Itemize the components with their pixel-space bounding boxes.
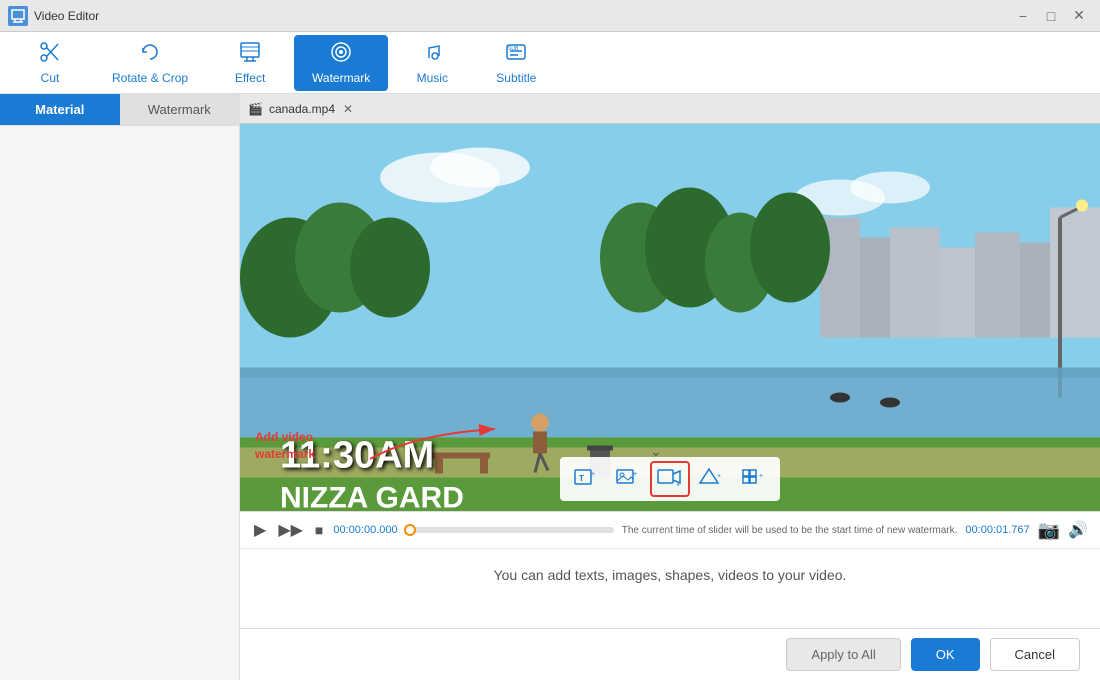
video-controls: ▶ ▶▶ ■ 00:00:00.000 The current time of … bbox=[240, 511, 1100, 548]
screenshot-button[interactable]: 📷 bbox=[1038, 520, 1060, 541]
watermark-toolbar: ⌄ T+ + + + + bbox=[560, 457, 780, 501]
window-controls: − □ ✕ bbox=[1010, 6, 1092, 26]
rotate-icon bbox=[139, 41, 161, 69]
cancel-button[interactable]: Cancel bbox=[990, 638, 1080, 671]
add-video-button[interactable]: + bbox=[650, 461, 690, 497]
tab-music-label: Music bbox=[417, 71, 448, 85]
app-title: Video Editor bbox=[34, 9, 1010, 23]
minimize-button[interactable]: − bbox=[1010, 6, 1036, 26]
cut-icon bbox=[39, 41, 61, 69]
svg-text:+: + bbox=[633, 471, 637, 478]
tab-subtitle[interactable]: SUB Subtitle bbox=[476, 35, 556, 91]
stop-button[interactable]: ■ bbox=[313, 520, 325, 540]
svg-text:+: + bbox=[591, 471, 595, 478]
play-button[interactable]: ▶ bbox=[252, 518, 268, 542]
maximize-button[interactable]: □ bbox=[1038, 6, 1064, 26]
right-panel: 🎬 canada.mp4 ✕ bbox=[240, 94, 1100, 680]
effect-icon bbox=[239, 41, 261, 69]
svg-text:NIZZA GARD: NIZZA GARD bbox=[280, 482, 464, 512]
annotation-text: Add videowatermark bbox=[255, 429, 315, 463]
svg-text:+: + bbox=[676, 482, 680, 489]
close-file-button[interactable]: ✕ bbox=[343, 102, 353, 116]
step-forward-button[interactable]: ▶▶ bbox=[276, 518, 305, 542]
time-right: 00:00:01.767 bbox=[965, 524, 1029, 536]
title-bar: Video Editor − □ ✕ bbox=[0, 0, 1100, 32]
tab-music[interactable]: Music bbox=[392, 35, 472, 91]
apply-to-all-button[interactable]: Apply to All bbox=[786, 638, 900, 671]
watermark-button[interactable]: Watermark bbox=[120, 94, 240, 125]
annotation-arrow bbox=[365, 424, 545, 464]
time-info: The current time of slider will be used … bbox=[622, 525, 958, 536]
add-image-button[interactable]: + bbox=[608, 461, 648, 497]
svg-text:SUB: SUB bbox=[508, 46, 519, 52]
file-name: canada.mp4 bbox=[269, 102, 335, 116]
file-tab: 🎬 canada.mp4 ✕ bbox=[240, 94, 1100, 124]
subtitle-icon: SUB bbox=[505, 41, 527, 69]
tab-cut[interactable]: Cut bbox=[10, 35, 90, 91]
material-button[interactable]: Material bbox=[0, 94, 120, 125]
ok-button[interactable]: OK bbox=[911, 638, 980, 671]
tab-subtitle-label: Subtitle bbox=[496, 71, 536, 85]
video-container: 11:30AM NIZZA GARD ⌄ T+ + + bbox=[240, 124, 1100, 511]
svg-text:T: T bbox=[579, 474, 584, 483]
file-icon: 🎬 bbox=[248, 102, 263, 116]
music-icon bbox=[421, 41, 443, 69]
add-mosaic-button[interactable]: + bbox=[734, 461, 774, 497]
progress-bar[interactable] bbox=[406, 527, 614, 533]
watermark-icon bbox=[330, 41, 352, 69]
footer: Apply to All OK Cancel bbox=[240, 628, 1100, 680]
chevron-icon: ⌄ bbox=[650, 443, 662, 460]
time-left: 00:00:00.000 bbox=[333, 524, 397, 536]
add-text-button[interactable]: T+ bbox=[566, 461, 606, 497]
progress-thumb bbox=[404, 524, 416, 536]
volume-button[interactable]: 🔊 bbox=[1068, 520, 1088, 540]
tab-effect-label: Effect bbox=[235, 71, 265, 85]
tab-effect[interactable]: Effect bbox=[210, 35, 290, 91]
description-text: You can add texts, images, shapes, video… bbox=[260, 567, 1080, 583]
tab-bar: Cut Rotate & Crop Effect Watermark Music… bbox=[0, 32, 1100, 94]
svg-text:+: + bbox=[759, 473, 763, 480]
description-area: You can add texts, images, shapes, video… bbox=[240, 548, 1100, 628]
tab-cut-label: Cut bbox=[41, 71, 60, 85]
add-shape-button[interactable]: + bbox=[692, 461, 732, 497]
left-panel: Material Watermark bbox=[0, 94, 240, 680]
app-icon bbox=[8, 6, 28, 26]
annotation-container: Add videowatermark bbox=[255, 429, 315, 463]
main-layout: Material Watermark 🎬 canada.mp4 ✕ bbox=[0, 94, 1100, 680]
tab-watermark[interactable]: Watermark bbox=[294, 35, 388, 91]
close-button[interactable]: ✕ bbox=[1066, 6, 1092, 26]
panel-buttons: Material Watermark bbox=[0, 94, 239, 126]
tab-watermark-label: Watermark bbox=[312, 71, 370, 85]
tab-rotate-crop[interactable]: Rotate & Crop bbox=[94, 35, 206, 91]
tab-rotate-label: Rotate & Crop bbox=[112, 71, 188, 85]
svg-text:+: + bbox=[717, 473, 721, 480]
